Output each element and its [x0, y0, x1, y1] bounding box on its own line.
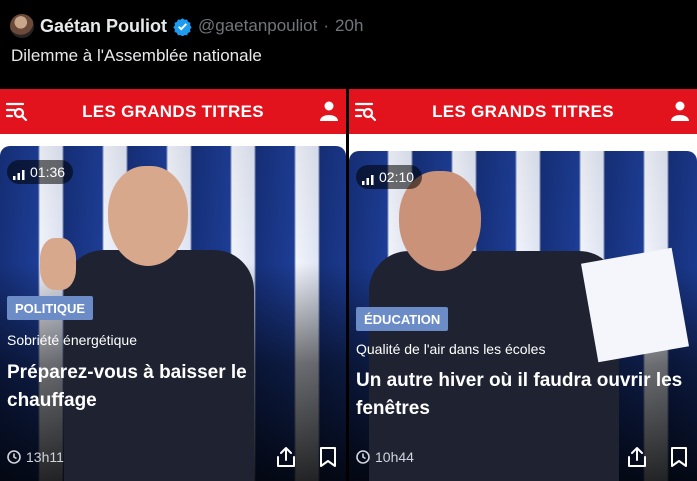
bars-icon	[13, 167, 25, 180]
published-time: 13h11	[26, 449, 64, 465]
brand-title: LES GRANDS TITRES	[432, 101, 614, 121]
bookmark-icon[interactable]	[669, 446, 689, 468]
author-handle[interactable]: @gaetanpouliot	[198, 16, 317, 36]
article-subtitle: Qualité de l'air dans les écoles	[356, 341, 546, 357]
tweet-text: Dilemme à l'Assemblée nationale	[11, 46, 262, 65]
media-card-education[interactable]: LES GRANDS TITRES 02:10 ÉDUCATION Qualit…	[349, 89, 697, 481]
media-card-politique[interactable]: LES GRANDS TITRES 01:36 POLITIQUE Sobrié…	[0, 89, 346, 481]
video-duration: 02:10	[356, 165, 423, 189]
article-headline[interactable]: Préparez-vous à baisser le chauffage	[7, 359, 334, 415]
clock-icon	[7, 450, 21, 464]
app-topbar: LES GRANDS TITRES	[349, 89, 697, 134]
bookmark-icon[interactable]	[318, 446, 338, 468]
clock-icon	[356, 450, 370, 464]
article-headline[interactable]: Un autre hiver où il faudra ouvrir les f…	[356, 367, 685, 423]
share-icon[interactable]	[627, 446, 647, 468]
user-icon[interactable]	[671, 101, 689, 121]
article-subtitle: Sobriété énergétique	[7, 332, 137, 348]
article-card[interactable]: 02:10 ÉDUCATION Qualité de l'air dans le…	[349, 151, 697, 481]
tweet-time[interactable]: 20h	[335, 16, 363, 36]
avatar[interactable]	[10, 14, 34, 38]
duration-label: 01:36	[30, 164, 66, 180]
menu-search-icon[interactable]	[5, 101, 28, 122]
media-grid: LES GRANDS TITRES 01:36 POLITIQUE Sobrié…	[0, 89, 697, 481]
article-footer: 13h11	[7, 445, 338, 469]
tweet-header: Gaétan Pouliot @gaetanpouliot · 20h	[10, 13, 363, 39]
category-badge[interactable]: POLITIQUE	[7, 296, 94, 320]
brand-title: LES GRANDS TITRES	[82, 101, 264, 121]
share-icon[interactable]	[276, 446, 296, 468]
category-badge[interactable]: ÉDUCATION	[356, 307, 449, 331]
verified-badge-icon	[173, 17, 192, 36]
article-footer: 10h44	[356, 445, 689, 469]
menu-search-icon[interactable]	[354, 101, 377, 122]
video-duration: 01:36	[7, 160, 74, 184]
bars-icon	[362, 172, 374, 185]
published-time: 10h44	[375, 449, 414, 465]
duration-label: 02:10	[379, 169, 415, 185]
user-icon[interactable]	[320, 101, 338, 121]
article-card[interactable]: 01:36 POLITIQUE Sobriété énergétique Pré…	[0, 146, 346, 481]
separator-dot: ·	[323, 16, 330, 35]
author-name[interactable]: Gaétan Pouliot	[40, 16, 167, 37]
app-topbar: LES GRANDS TITRES	[0, 89, 346, 134]
